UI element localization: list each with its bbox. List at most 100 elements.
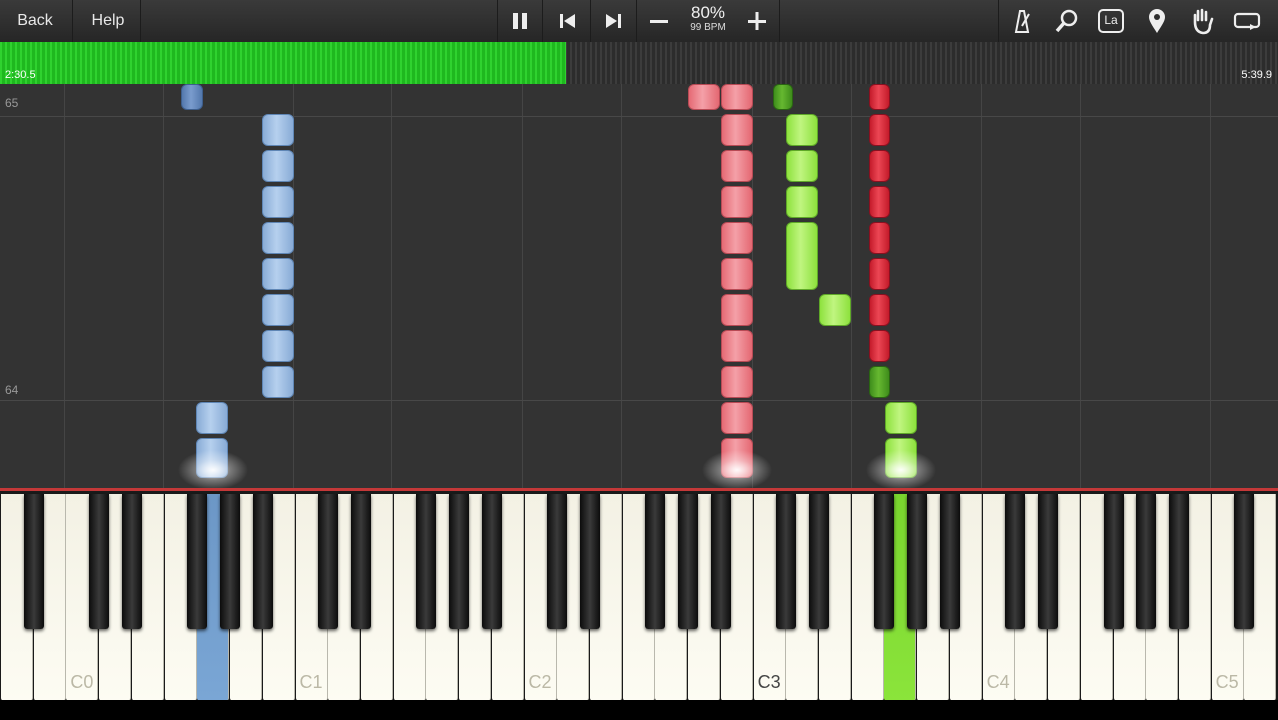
divider bbox=[590, 0, 591, 42]
note-block bbox=[196, 402, 228, 434]
note-block bbox=[819, 294, 851, 326]
black-key[interactable] bbox=[89, 494, 110, 629]
octave-label: C4 bbox=[986, 672, 1010, 692]
note-block bbox=[869, 222, 890, 254]
key-guide-line bbox=[64, 84, 65, 488]
divider bbox=[72, 0, 73, 42]
black-key[interactable] bbox=[1168, 494, 1189, 629]
black-key[interactable] bbox=[252, 494, 273, 629]
minus-icon[interactable] bbox=[644, 6, 674, 36]
note-block bbox=[721, 222, 753, 254]
black-key[interactable] bbox=[645, 494, 666, 629]
black-key[interactable] bbox=[1136, 494, 1157, 629]
note-block bbox=[869, 186, 890, 218]
black-key[interactable] bbox=[220, 494, 240, 629]
black-key[interactable] bbox=[187, 494, 208, 629]
note-block bbox=[262, 330, 294, 362]
pause-icon[interactable] bbox=[505, 6, 535, 36]
octave-label: C0 bbox=[70, 672, 94, 692]
black-key[interactable] bbox=[547, 494, 568, 629]
help-button[interactable]: Help bbox=[84, 5, 132, 37]
divider bbox=[542, 0, 543, 42]
note-block bbox=[869, 84, 890, 110]
note-block bbox=[869, 258, 890, 290]
toolbar: Back Help 80% 99 BPM La bbox=[0, 0, 1278, 43]
octave-label: C3 bbox=[757, 672, 781, 692]
piano-keyboard: C0 C1 C2 C3 C4 C5 bbox=[0, 488, 1278, 703]
note-block bbox=[721, 114, 753, 146]
progress-fill bbox=[0, 42, 566, 84]
key-hit-glow bbox=[866, 450, 936, 490]
key-guide-line bbox=[851, 84, 852, 488]
black-key[interactable] bbox=[416, 494, 437, 629]
black-key[interactable] bbox=[809, 494, 829, 629]
measure-line bbox=[0, 116, 1278, 117]
black-key[interactable] bbox=[874, 494, 895, 629]
back-button[interactable]: Back bbox=[8, 5, 62, 37]
key-labels-icon[interactable]: La bbox=[1096, 6, 1126, 36]
back-label: Back bbox=[17, 12, 53, 29]
skip-forward-icon[interactable] bbox=[598, 6, 628, 36]
note-block bbox=[786, 222, 818, 290]
key-guide-line bbox=[1080, 84, 1081, 488]
note-block bbox=[262, 186, 294, 218]
black-key[interactable] bbox=[1234, 494, 1255, 629]
black-key[interactable] bbox=[710, 494, 731, 629]
note-block bbox=[786, 186, 818, 218]
falling-notes-area: 65 64 bbox=[0, 84, 1278, 488]
note-block bbox=[869, 294, 890, 326]
key-labels-text: La bbox=[1104, 13, 1118, 27]
black-key[interactable] bbox=[23, 494, 44, 629]
measure-number: 64 bbox=[5, 383, 19, 397]
magnifier-icon[interactable] bbox=[1052, 6, 1082, 36]
octave-label: C5 bbox=[1215, 672, 1239, 692]
bottom-bar bbox=[0, 700, 1278, 720]
divider bbox=[497, 0, 498, 42]
speed-percent: 80% bbox=[690, 3, 726, 22]
note-block bbox=[885, 402, 917, 434]
help-label: Help bbox=[91, 12, 125, 29]
black-key[interactable] bbox=[318, 494, 339, 629]
black-key[interactable] bbox=[678, 494, 699, 629]
skip-back-icon[interactable] bbox=[553, 6, 583, 36]
note-block bbox=[721, 84, 753, 110]
note-block bbox=[262, 114, 294, 146]
divider bbox=[779, 0, 780, 42]
key-guide-line bbox=[1210, 84, 1211, 488]
key-guide-line bbox=[163, 84, 164, 488]
plus-icon[interactable] bbox=[742, 6, 772, 36]
note-block bbox=[869, 114, 890, 146]
black-key[interactable] bbox=[481, 494, 502, 629]
note-block bbox=[773, 84, 793, 110]
note-block bbox=[869, 150, 890, 182]
total-time: 5:39.9 bbox=[1241, 69, 1272, 81]
hand-icon[interactable] bbox=[1187, 6, 1217, 36]
note-block bbox=[721, 294, 753, 326]
metronome-icon[interactable] bbox=[1007, 6, 1037, 36]
key-hit-glow bbox=[702, 450, 772, 490]
divider bbox=[636, 0, 637, 42]
black-key[interactable] bbox=[1038, 494, 1058, 629]
key-guide-line bbox=[391, 84, 392, 488]
loop-icon[interactable] bbox=[1232, 6, 1262, 36]
black-key[interactable] bbox=[776, 494, 797, 629]
octave-label: C1 bbox=[299, 672, 323, 692]
song-progress-bar[interactable]: 2:30.5 5:39.9 bbox=[0, 42, 1278, 84]
speed-readout: 80% 99 BPM bbox=[682, 4, 734, 34]
black-key[interactable] bbox=[939, 494, 960, 629]
note-block bbox=[721, 330, 753, 362]
tempo-bpm: 99 BPM bbox=[690, 22, 726, 33]
black-key[interactable] bbox=[1005, 494, 1026, 629]
black-key[interactable] bbox=[907, 494, 928, 629]
location-pin-icon[interactable] bbox=[1142, 6, 1172, 36]
note-block bbox=[869, 330, 890, 362]
black-key[interactable] bbox=[580, 494, 600, 629]
black-key[interactable] bbox=[350, 494, 371, 629]
black-key[interactable] bbox=[121, 494, 142, 629]
divider bbox=[998, 0, 999, 42]
black-key[interactable] bbox=[449, 494, 470, 629]
note-block bbox=[721, 258, 753, 290]
black-key[interactable] bbox=[1103, 494, 1124, 629]
key-guide-line bbox=[621, 84, 622, 488]
note-block bbox=[786, 150, 818, 182]
